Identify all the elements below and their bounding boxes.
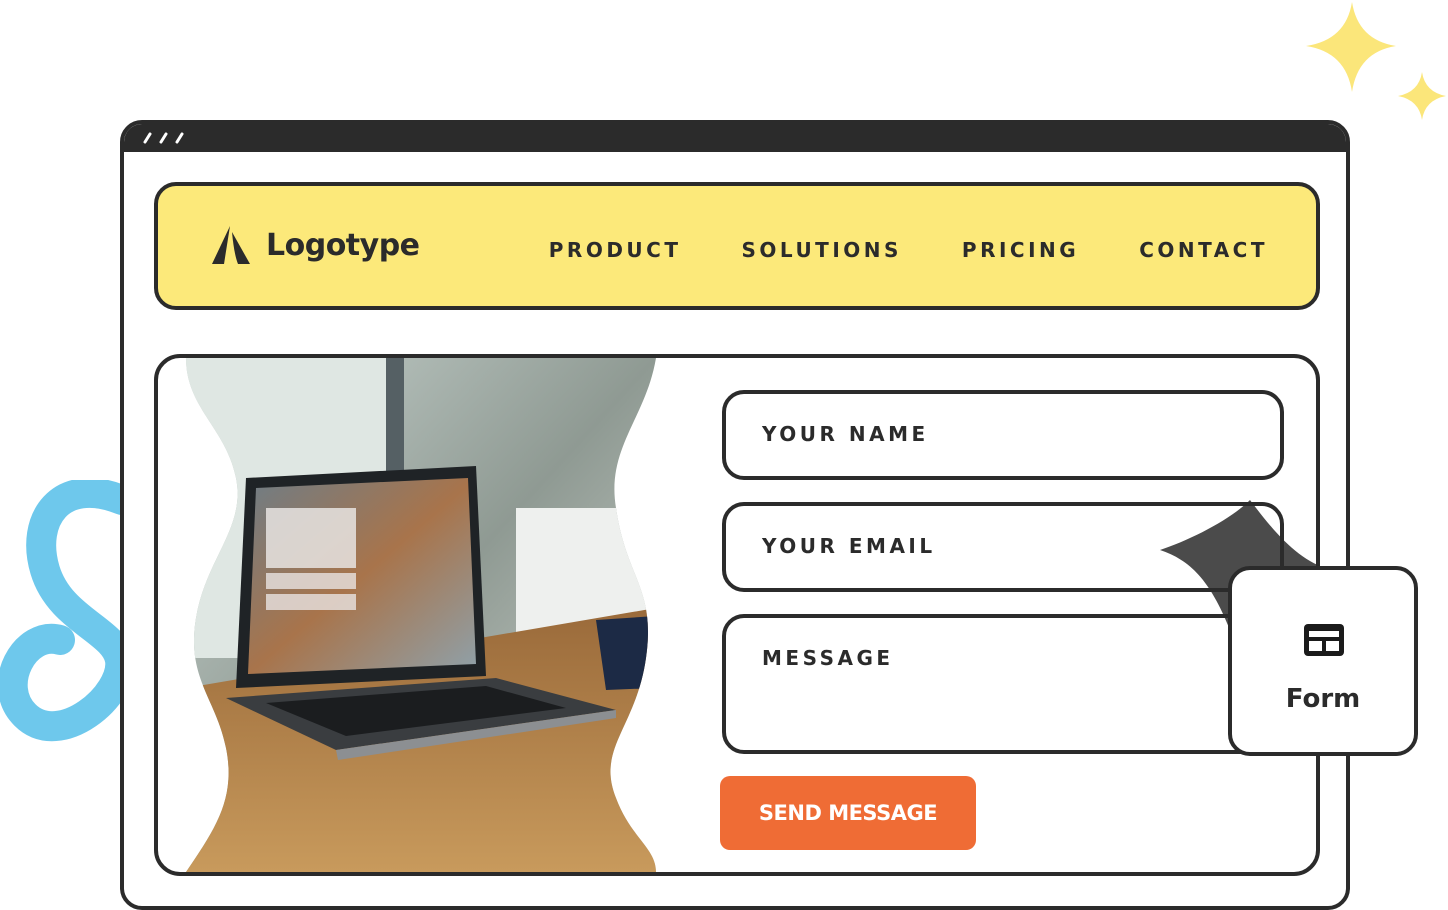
nav-menu: PRODUCT SOLUTIONS PRICING CONTACT: [549, 238, 1268, 262]
browser-titlebar: [124, 124, 1346, 152]
nav-item-contact[interactable]: CONTACT: [1139, 238, 1268, 262]
name-input[interactable]: YOUR NAME: [722, 390, 1284, 480]
sparkle-icon: [1306, 2, 1446, 120]
send-message-button[interactable]: SEND MESSAGE: [720, 776, 976, 850]
brand-name: Logotype: [266, 227, 420, 263]
form-badge[interactable]: Form: [1228, 566, 1418, 756]
form-badge-label: Form: [1285, 684, 1361, 714]
message-placeholder: MESSAGE: [762, 646, 894, 670]
contact-panel: YOUR NAME YOUR EMAIL MESSAGE SEND MESSAG…: [154, 354, 1320, 876]
squiggle-decoration: [0, 480, 125, 742]
laptop-photo: [186, 358, 656, 872]
site-navbar: Logotype PRODUCT SOLUTIONS PRICING CONTA…: [154, 182, 1320, 310]
nav-item-solutions[interactable]: SOLUTIONS: [742, 238, 902, 262]
window-dots-icon: [143, 132, 184, 144]
name-placeholder: YOUR NAME: [762, 422, 929, 446]
brand-logo[interactable]: Logotype: [210, 224, 420, 266]
form-layout-icon: [1304, 624, 1344, 656]
logo-mark-icon: [212, 226, 250, 264]
nav-item-pricing[interactable]: PRICING: [962, 238, 1079, 262]
nav-item-product[interactable]: PRODUCT: [549, 238, 682, 262]
email-placeholder: YOUR EMAIL: [762, 534, 936, 558]
